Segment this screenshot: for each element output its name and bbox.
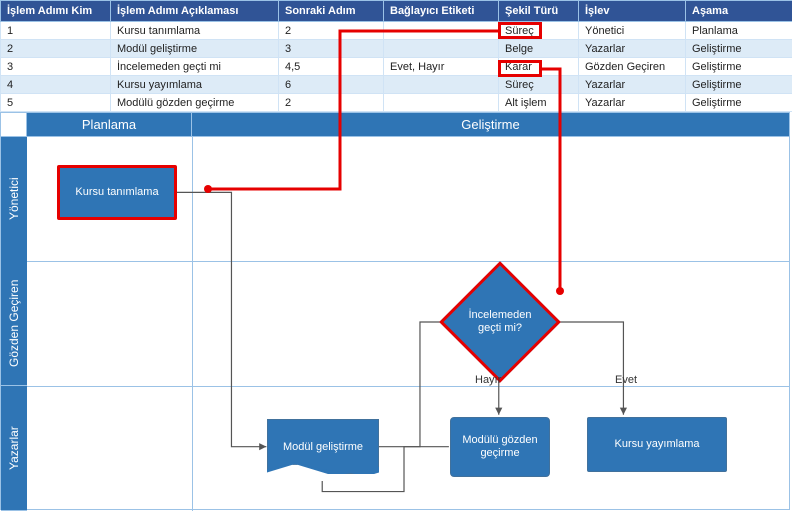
cell-shape[interactable]: Karar bbox=[499, 58, 579, 76]
th-function[interactable]: İşlev bbox=[579, 1, 686, 22]
cell-id[interactable]: 4 bbox=[1, 76, 111, 94]
cell-shape[interactable]: Belge bbox=[499, 40, 579, 58]
cell-func[interactable]: Yazarlar bbox=[579, 40, 686, 58]
shape-modulu-gozden[interactable]: Modülü gözden geçirme bbox=[450, 417, 550, 477]
th-shape-type[interactable]: Şekil Türü bbox=[499, 1, 579, 22]
cell-connector[interactable] bbox=[384, 40, 499, 58]
cell-shape[interactable]: Süreç bbox=[499, 22, 579, 40]
cell-desc[interactable]: Kursu yayımlama bbox=[111, 76, 279, 94]
cell-next[interactable]: 2 bbox=[279, 94, 384, 112]
cell-next[interactable]: 4,5 bbox=[279, 58, 384, 76]
shape-kursu-yayim[interactable]: Kursu yayımlama bbox=[587, 417, 727, 472]
cell-shape[interactable]: Süreç bbox=[499, 76, 579, 94]
table-row[interactable]: 1Kursu tanımlama2 SüreçYöneticiPlanlama bbox=[1, 22, 792, 40]
cell-desc[interactable]: Modül geliştirme bbox=[111, 40, 279, 58]
cell-connector[interactable] bbox=[384, 94, 499, 112]
th-connector-label[interactable]: Bağlayıcı Etiketi bbox=[384, 1, 499, 22]
lane-label-reviewer[interactable]: Gözden Geçiren bbox=[1, 261, 27, 386]
cell-next[interactable]: 2 bbox=[279, 22, 384, 40]
lane-label-manager[interactable]: Yönetici bbox=[1, 137, 27, 261]
th-step-id[interactable]: İşlem Adımı Kim bbox=[1, 1, 111, 22]
swimlane-chart: Planlama Geliştirme Yönetici Gözden Geçi… bbox=[0, 112, 790, 510]
diamond-label: İncelemeden geçti mi? bbox=[457, 279, 543, 365]
cell-connector[interactable] bbox=[384, 76, 499, 94]
cell-next[interactable]: 3 bbox=[279, 40, 384, 58]
phase-corner bbox=[1, 113, 27, 137]
table-row[interactable]: 2Modül geliştirme3 BelgeYazarlarGeliştirm… bbox=[1, 40, 792, 58]
table-header-row: İşlem Adımı Kim İşlem Adımı Açıklaması S… bbox=[1, 1, 792, 22]
shape-kursu-tanimla[interactable]: Kursu tanımlama bbox=[57, 165, 177, 220]
cell-id[interactable]: 3 bbox=[1, 58, 111, 76]
cell-id[interactable]: 2 bbox=[1, 40, 111, 58]
phase-planning[interactable]: Planlama bbox=[27, 113, 192, 137]
cell-next[interactable]: 6 bbox=[279, 76, 384, 94]
cell-func[interactable]: Gözden Geçiren bbox=[579, 58, 686, 76]
th-step-desc[interactable]: İşlem Adımı Açıklaması bbox=[111, 1, 279, 22]
cell-connector[interactable] bbox=[384, 22, 499, 40]
cell-stage[interactable]: Geliştirme bbox=[686, 76, 792, 94]
th-next-step[interactable]: Sonraki Adım bbox=[279, 1, 384, 22]
edge-label-hayir: Hayır bbox=[475, 374, 501, 386]
shape-karar-diamond[interactable]: İncelemeden geçti mi? bbox=[457, 279, 543, 365]
cell-desc[interactable]: İncelemeden geçti mi bbox=[111, 58, 279, 76]
process-table: İşlem Adımı Kim İşlem Adımı Açıklaması S… bbox=[0, 0, 792, 112]
lane-reviewer bbox=[27, 261, 789, 386]
cell-func[interactable]: Yönetici bbox=[579, 22, 686, 40]
cell-stage[interactable]: Geliştirme bbox=[686, 58, 792, 76]
cell-desc[interactable]: Kursu tanımlama bbox=[111, 22, 279, 40]
edge-label-evet: Evet bbox=[615, 374, 637, 386]
cell-stage[interactable]: Planlama bbox=[686, 22, 792, 40]
th-stage[interactable]: Aşama bbox=[686, 1, 792, 22]
lane-label-authors[interactable]: Yazarlar bbox=[1, 386, 27, 511]
document-label: Modül geliştirme bbox=[283, 441, 363, 453]
phase-header-row: Planlama Geliştirme bbox=[1, 113, 789, 137]
cell-stage[interactable]: Geliştirme bbox=[686, 40, 792, 58]
shape-modul-gelistirme[interactable]: Modül geliştirme bbox=[267, 419, 379, 474]
cell-connector[interactable]: Evet, Hayır bbox=[384, 58, 499, 76]
table-row[interactable]: 5Modülü gözden geçirme2 Alt işlemYazarlar… bbox=[1, 94, 792, 112]
cell-id[interactable]: 1 bbox=[1, 22, 111, 40]
table-row[interactable]: 4Kursu yayımlama6 SüreçYazarlarGeliştirme bbox=[1, 76, 792, 94]
cell-shape[interactable]: Alt işlem bbox=[499, 94, 579, 112]
cell-stage[interactable]: Geliştirme bbox=[686, 94, 792, 112]
table-row[interactable]: 3İncelemeden geçti mi4,5Evet, HayırKarar… bbox=[1, 58, 792, 76]
cell-func[interactable]: Yazarlar bbox=[579, 76, 686, 94]
cell-id[interactable]: 5 bbox=[1, 94, 111, 112]
cell-desc[interactable]: Modülü gözden geçirme bbox=[111, 94, 279, 112]
cell-func[interactable]: Yazarlar bbox=[579, 94, 686, 112]
phase-development[interactable]: Geliştirme bbox=[192, 113, 789, 137]
